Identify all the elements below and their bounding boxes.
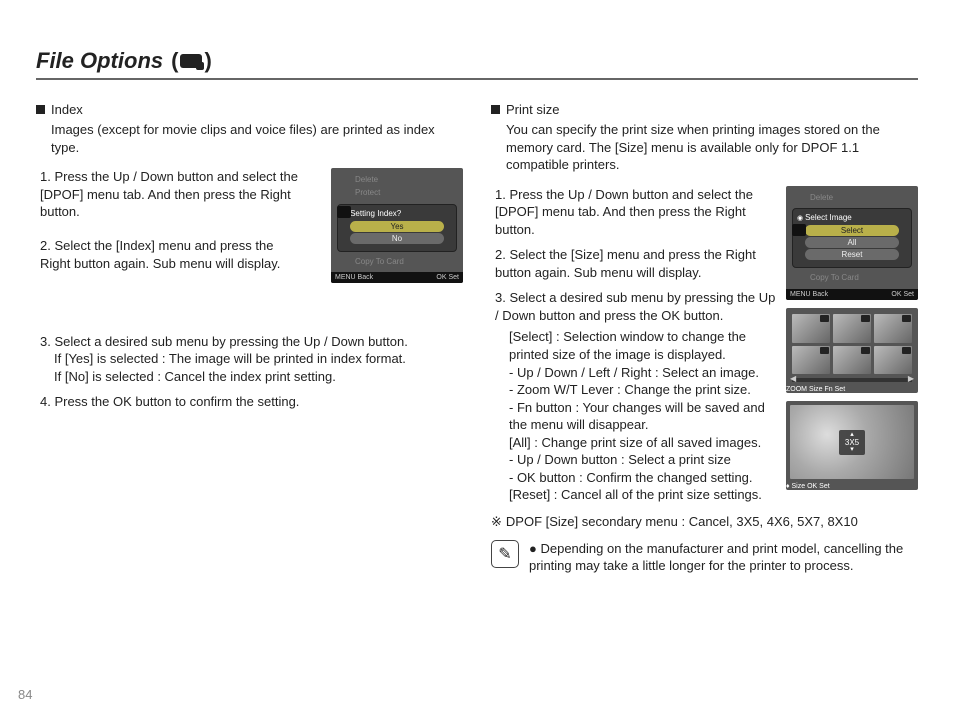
scroll-slider[interactable]	[792, 378, 912, 382]
option-select[interactable]: Select	[805, 225, 899, 236]
all-sub-0: - Up / Down button : Select a print size	[509, 451, 776, 469]
reset-line: [Reset] : Cancel all of the print size s…	[509, 486, 776, 504]
preview-photo: 3X5	[790, 405, 914, 479]
menu-item: Copy To Card	[355, 256, 457, 269]
reference-mark-icon: ※	[491, 514, 502, 529]
option-reset[interactable]: Reset	[805, 249, 899, 260]
left-step-3-no: If [No] is selected : Cancel the index p…	[54, 368, 463, 386]
thumbnail[interactable]	[833, 346, 871, 375]
section-title-printsize: Print size	[506, 102, 559, 117]
left-column: Index Images (except for movie clips and…	[36, 102, 463, 575]
page-title: File Options	[36, 48, 163, 74]
left-step-1: 1. Press the Up / Down button and select…	[36, 168, 321, 221]
screenshot-select-grid: ZOOM Size Fn Set	[786, 308, 918, 393]
left-step-3: 3. Select a desired sub menu by pressing…	[36, 333, 463, 351]
select-sub-1: - Zoom W/T Lever : Change the print size…	[509, 381, 776, 399]
screenshot-all-size: 3X5 ♦ Size OK Set	[786, 401, 918, 490]
select-sub-2: - Fn button : Your changes will be saved…	[509, 399, 776, 434]
note-text: Depending on the manufacturer and print …	[529, 541, 903, 574]
option-yes[interactable]: Yes	[350, 221, 444, 232]
left-step-2: 2. Select the [Index] menu and press the…	[36, 237, 306, 272]
note-pencil-icon: ✎	[491, 540, 519, 568]
page-title-row: File Options ( )	[36, 48, 918, 80]
thumbnail[interactable]	[874, 314, 912, 343]
camera-mode-icon	[792, 224, 806, 236]
bar-set: OK Set	[807, 483, 830, 490]
bar-set: OK Set	[436, 274, 459, 281]
left-step-3-yes: If [Yes] is selected : The image will be…	[54, 350, 463, 368]
menu-item: Copy To Card	[810, 272, 912, 285]
screenshot-index-menu: Delete Protect Setting Index? Yes No Cop…	[331, 168, 463, 283]
section-title-index: Index	[51, 102, 83, 117]
bullet-icon	[491, 105, 500, 114]
menu-item: Delete	[810, 192, 912, 205]
screenshot-size-menu: Delete Select Image Select All Reset Cop…	[786, 186, 918, 301]
bullet-icon	[36, 105, 45, 114]
bar-size: ♦ Size	[786, 483, 805, 490]
thumbnail[interactable]	[792, 314, 830, 343]
page-number: 84	[18, 687, 32, 702]
secondary-menu-line: DPOF [Size] secondary menu : Cancel, 3X5…	[506, 514, 858, 529]
size-value: 3X5	[845, 438, 859, 447]
bar-set: Fn Set	[825, 386, 846, 393]
section-desc-printsize: You can specify the print size when prin…	[506, 121, 918, 174]
dialog-panel: Setting Index? Yes No	[337, 204, 457, 252]
left-step-4: 4. Press the OK button to confirm the se…	[36, 393, 463, 411]
dialog-panel: Select Image Select All Reset	[792, 208, 912, 268]
paren-close: )	[204, 48, 211, 74]
bar-set: OK Set	[891, 291, 914, 298]
menu-item: Protect	[355, 187, 457, 200]
right-step-1: 1. Press the Up / Down button and select…	[491, 186, 776, 239]
right-step-2: 2. Select the [Size] menu and press the …	[491, 246, 776, 281]
dialog-title: Setting Index?	[342, 209, 452, 218]
right-column: Print size You can specify the print siz…	[491, 102, 918, 575]
camera-mode-icon	[337, 206, 351, 218]
bar-back: MENU Back	[790, 291, 828, 298]
right-step-3: 3. Select a desired sub menu by pressing…	[491, 289, 776, 324]
all-lead: [All] : Change print size of all saved i…	[509, 434, 776, 452]
menu-item: Delete	[355, 174, 457, 187]
thumbnail[interactable]	[874, 346, 912, 375]
select-lead: [Select] : Selection window to change th…	[509, 328, 776, 363]
option-no[interactable]: No	[350, 233, 444, 244]
bar-back: MENU Back	[335, 274, 373, 281]
dialog-title: Select Image	[797, 213, 907, 222]
section-desc-index: Images (except for movie clips and voice…	[51, 121, 463, 156]
thumbnail[interactable]	[833, 314, 871, 343]
all-sub-1: - OK button : Confirm the changed settin…	[509, 469, 776, 487]
bar-size: ZOOM Size	[786, 386, 823, 393]
bullet-dot: ●	[529, 541, 540, 556]
select-sub-0: - Up / Down / Left / Right : Select an i…	[509, 364, 776, 382]
option-all[interactable]: All	[805, 237, 899, 248]
paren-open: (	[171, 48, 178, 74]
size-overlay[interactable]: 3X5	[839, 430, 865, 455]
thumbnail[interactable]	[792, 346, 830, 375]
file-options-icon	[180, 54, 202, 68]
